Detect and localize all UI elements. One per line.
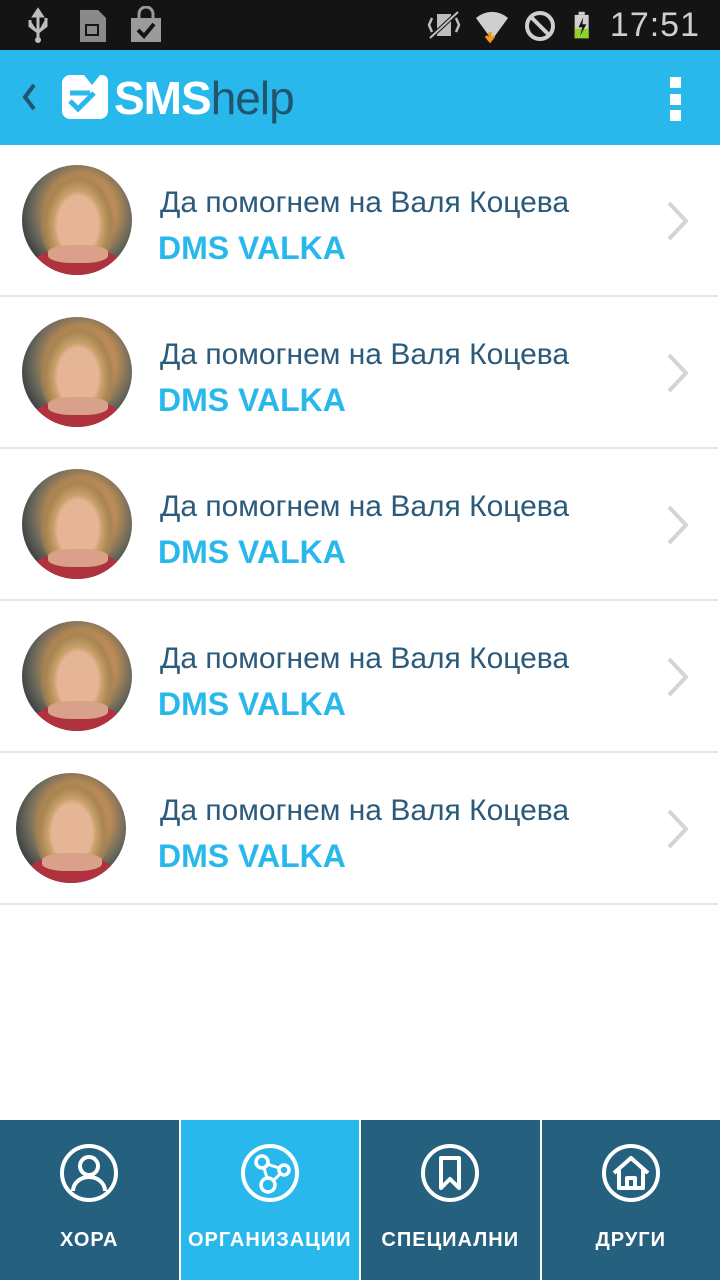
chevron-right-icon <box>667 505 689 545</box>
back-button[interactable] <box>14 72 44 122</box>
list-item[interactable]: Да помогнем на Валя Коцева DMS VALKA <box>0 145 718 297</box>
tab-organizations[interactable]: ОРГАНИЗАЦИИ <box>180 1120 361 1280</box>
bookmark-icon <box>421 1144 480 1202</box>
logo-sms-text: SMS <box>114 72 212 124</box>
person-icon <box>60 1144 119 1202</box>
list-item-subtitle: DMS VALKA <box>158 230 346 266</box>
tab-label: ОРГАНИЗАЦИИ <box>187 1229 352 1251</box>
list-item-title: Да помогнем на Валя Коцева <box>160 490 570 523</box>
battery-charging-icon <box>574 11 589 39</box>
list-item-subtitle: DMS VALKA <box>158 534 346 570</box>
do-not-disturb-icon <box>524 11 555 41</box>
status-bar: 17:51 <box>0 0 720 50</box>
list-item[interactable]: Да помогнем на Валя Коцева DMS VALKA <box>0 449 718 601</box>
wifi-icon <box>475 11 508 44</box>
back-chevron-icon <box>22 83 36 111</box>
app-bar: SMShelp <box>0 50 720 145</box>
list-item-title: Да помогнем на Валя Коцева <box>160 794 570 827</box>
avatar <box>22 317 132 427</box>
sd-card-icon <box>80 10 106 42</box>
list-item-subtitle: DMS VALKA <box>158 382 346 418</box>
network-icon <box>240 1144 299 1202</box>
logo-icon <box>62 75 108 119</box>
logo-help-text: help <box>210 72 295 124</box>
chevron-right-icon <box>667 201 689 241</box>
campaign-list: Да помогнем на Валя Коцева DMS VALKA Да … <box>0 145 720 905</box>
avatar <box>22 621 132 731</box>
list-item-title: Да помогнем на Валя Коцева <box>160 338 570 371</box>
list-item-subtitle: DMS VALKA <box>158 838 346 874</box>
tab-label: ХОРА <box>60 1229 119 1251</box>
avatar <box>16 773 126 883</box>
tab-special[interactable]: СПЕЦИАЛНИ <box>361 1120 542 1280</box>
chevron-right-icon <box>667 657 689 697</box>
chevron-right-icon <box>667 353 689 393</box>
app-logo: SMShelp <box>52 68 295 128</box>
usb-icon <box>28 7 48 43</box>
tab-label: СПЕЦИАЛНИ <box>381 1229 520 1251</box>
overflow-menu-button[interactable] <box>660 74 690 124</box>
tab-people[interactable]: ХОРА <box>0 1120 181 1280</box>
tab-label: ДРУГИ <box>595 1229 666 1251</box>
list-item-title: Да помогнем на Валя Коцева <box>160 186 570 219</box>
tab-other[interactable]: ДРУГИ <box>542 1120 720 1280</box>
bottom-navigation: ХОРА ОРГАНИЗАЦИИ СПЕЦИАЛНИ ДРУГИ <box>0 1120 720 1280</box>
clock: 17:51 <box>609 6 700 44</box>
list-item-subtitle: DMS VALKA <box>158 686 346 722</box>
list-item[interactable]: Да помогнем на Валя Коцева DMS VALKA <box>0 753 718 905</box>
list-item-title: Да помогнем на Валя Коцева <box>160 642 570 675</box>
vibrate-icon <box>427 10 461 40</box>
avatar <box>22 165 132 275</box>
overflow-menu-icon <box>669 77 681 88</box>
list-item[interactable]: Да помогнем на Валя Коцева DMS VALKA <box>0 297 718 449</box>
shopping-bag-check-icon <box>131 6 161 42</box>
chevron-right-icon <box>667 809 689 849</box>
avatar <box>22 469 132 579</box>
home-icon <box>601 1144 660 1202</box>
list-item[interactable]: Да помогнем на Валя Коцева DMS VALKA <box>0 601 718 753</box>
